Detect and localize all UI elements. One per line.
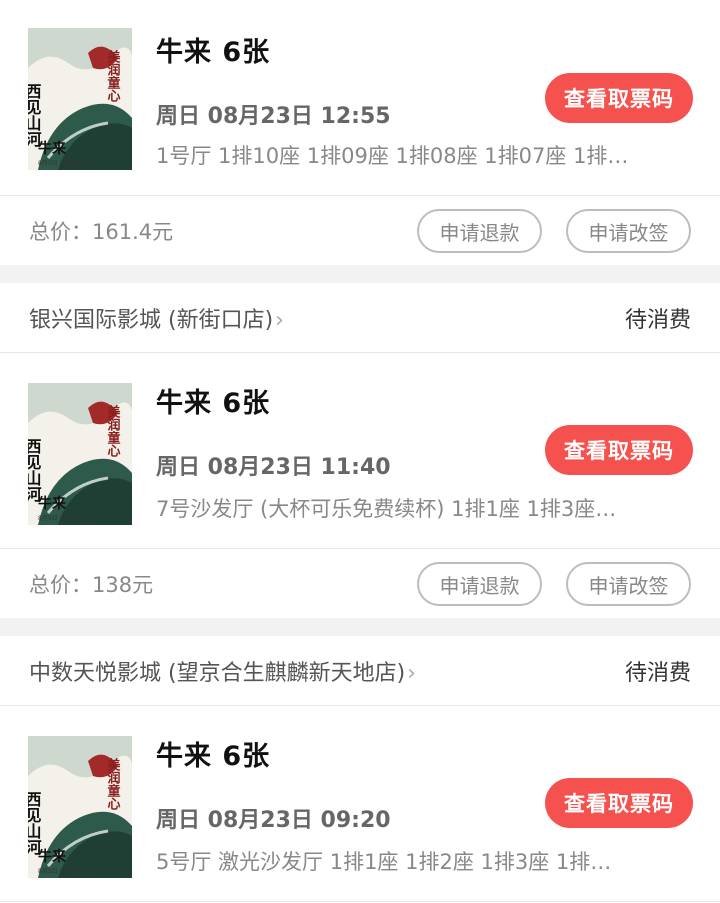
order-status: 待消费 xyxy=(624,307,691,333)
order-card-2[interactable]: 银兴国际影城 (新街口店)› 待消费 西见山河 美润童心 牛来 8月5日 全国上… xyxy=(0,283,720,618)
price-label: 总价： xyxy=(29,573,92,597)
poster-small-text: 8月5日 全国上映 xyxy=(38,867,84,875)
movie-row[interactable]: 西见山河 美润童心 牛来 8月5日 全国上映 牛来 6张 周日 08月23日 1… xyxy=(0,353,720,549)
movie-poster: 西见山河 美润童心 牛来 8月5日 全国上映 xyxy=(28,28,132,170)
cinema-row[interactable]: 银兴国际影城 (新街口店)› 待消费 xyxy=(0,283,720,353)
cinema-row[interactable]: 中数天悦影城 (望京合生麒麟新天地店)› 待消费 xyxy=(0,636,720,706)
poster-text-left: 西见山河 xyxy=(28,791,42,856)
movie-title: 牛来 6张 xyxy=(156,741,271,772)
cinema-name[interactable]: 银兴国际影城 (新街口店) xyxy=(29,308,273,333)
chevron-right-icon: › xyxy=(275,307,284,333)
movie-row[interactable]: 西见山河 美润童心 牛来 8月5日 全国上映 牛来 6张 周日 08月23日 1… xyxy=(0,0,720,196)
showtime: 周日 08月23日 12:55 xyxy=(156,104,391,129)
order-actions: 申请退款 申请改签 xyxy=(417,209,691,253)
order-actions: 申请退款 申请改签 xyxy=(417,562,691,606)
poster-small-text: 8月5日 全国上映 xyxy=(38,159,84,167)
price-value: 161.4元 xyxy=(92,220,174,244)
poster-text-right: 美润童心 xyxy=(105,757,121,811)
poster-text-right: 美润童心 xyxy=(105,404,121,458)
view-ticket-code-button[interactable]: 查看取票码 xyxy=(545,73,693,123)
view-ticket-code-button[interactable]: 查看取票码 xyxy=(545,778,693,828)
order-card-3[interactable]: 中数天悦影城 (望京合生麒麟新天地店)› 待消费 西见山河 美润童心 牛来 8月… xyxy=(0,636,720,903)
poster-small-text: 8月5日 全国上映 xyxy=(38,514,84,522)
price-row: 总价： 138元 申请退款 申请改签 xyxy=(0,549,720,619)
movie-poster: 西见山河 美润童心 牛来 8月5日 全国上映 xyxy=(28,383,132,525)
movie-title: 牛来 6张 xyxy=(156,388,271,419)
change-ticket-button[interactable]: 申请改签 xyxy=(566,209,691,253)
cinema-name[interactable]: 中数天悦影城 (望京合生麒麟新天地店) xyxy=(29,661,405,686)
seat-info: 7号沙发厅 (大杯可乐免费续杯) 1排1座 1排3座… xyxy=(156,497,617,521)
poster-text-left: 西见山河 xyxy=(28,438,42,503)
price-row: 总价： 161.4元 申请退款 申请改签 xyxy=(0,196,720,266)
movie-poster: 西见山河 美润童心 牛来 8月5日 全国上映 xyxy=(28,736,132,878)
refund-button[interactable]: 申请退款 xyxy=(417,562,542,606)
price-label: 总价： xyxy=(29,220,92,244)
showtime: 周日 08月23日 11:40 xyxy=(156,455,391,480)
chevron-right-icon: › xyxy=(407,660,416,686)
poster-title: 牛来 xyxy=(38,848,67,865)
view-ticket-code-button[interactable]: 查看取票码 xyxy=(545,425,693,475)
showtime: 周日 08月23日 09:20 xyxy=(156,808,391,833)
order-status: 待消费 xyxy=(624,660,691,686)
poster-text-left: 西见山河 xyxy=(28,83,42,148)
seat-info: 5号厅 激光沙发厅 1排1座 1排2座 1排3座 1排… xyxy=(156,850,612,874)
movie-row[interactable]: 西见山河 美润童心 牛来 8月5日 全国上映 牛来 6张 周日 08月23日 0… xyxy=(0,706,720,902)
order-card-1[interactable]: 西见山河 美润童心 牛来 8月5日 全国上映 牛来 6张 周日 08月23日 1… xyxy=(0,0,720,265)
refund-button[interactable]: 申请退款 xyxy=(417,209,542,253)
seat-info: 1号厅 1排10座 1排09座 1排08座 1排07座 1排… xyxy=(156,144,629,168)
poster-title: 牛来 xyxy=(38,140,67,157)
price-value: 138元 xyxy=(92,573,154,597)
movie-title: 牛来 6张 xyxy=(156,37,271,68)
poster-text-right: 美润童心 xyxy=(105,49,121,103)
poster-title: 牛来 xyxy=(38,495,67,512)
change-ticket-button[interactable]: 申请改签 xyxy=(566,562,691,606)
